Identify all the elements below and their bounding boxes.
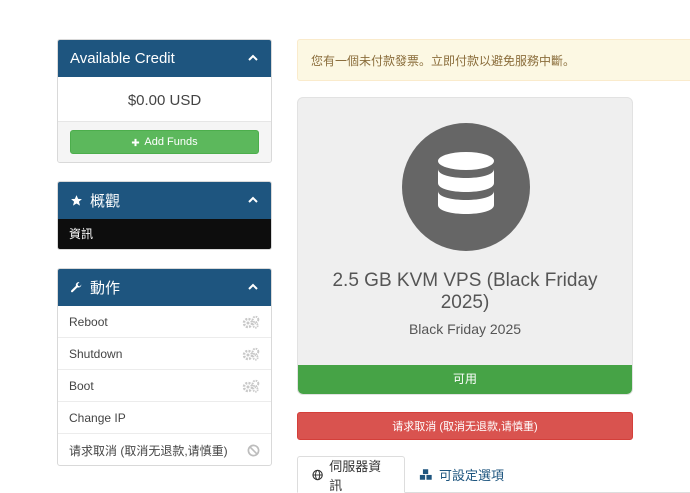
- chevron-up-icon[interactable]: [247, 281, 259, 293]
- add-funds-label: Add Funds: [144, 136, 198, 148]
- gears-icon: [242, 347, 260, 361]
- request-cancel-label: 请求取消 (取消无退款,请慎重): [392, 421, 538, 433]
- product-group: Black Friday 2025: [408, 321, 522, 337]
- database-icon: [402, 123, 530, 251]
- tab-label: 伺服器資訊: [329, 458, 382, 493]
- action-item-shutdown[interactable]: Shutdown: [58, 338, 271, 370]
- overview-panel-header[interactable]: 概觀: [58, 182, 271, 219]
- star-icon: [71, 195, 82, 206]
- gears-icon: [242, 315, 260, 329]
- actions-panel-title: 動作: [90, 280, 121, 297]
- unpaid-invoice-alert: 您有一個未付款發票。立即付款以避免服務中斷。: [297, 39, 690, 81]
- credit-panel-title: Available Credit: [70, 50, 175, 67]
- credit-panel-footer: Add Funds: [58, 122, 271, 162]
- product-name: 2.5 GB KVM VPS (Black Friday 2025): [332, 270, 598, 313]
- overview-panel: 概觀 資訊: [57, 181, 272, 250]
- action-item-label: Shutdown: [69, 346, 123, 361]
- action-item-boot[interactable]: Boot: [58, 370, 271, 402]
- add-funds-button[interactable]: Add Funds: [70, 130, 259, 154]
- action-item-label: Reboot: [69, 314, 108, 329]
- tab-server-info[interactable]: 伺服器資訊: [297, 456, 405, 493]
- credit-amount: $0.00 USD: [58, 77, 271, 122]
- actions-panel-header[interactable]: 動作: [58, 269, 271, 306]
- ban-icon: [247, 444, 260, 456]
- actions-panel: 動作 Reboot Shutdown Boot Change IP 请求取消 (…: [57, 268, 272, 466]
- gears-icon: [242, 379, 260, 393]
- credit-panel-header[interactable]: Available Credit: [58, 40, 271, 77]
- action-item-request-cancel[interactable]: 请求取消 (取消无退款,请慎重): [58, 434, 271, 465]
- action-item-label: 请求取消 (取消无退款,请慎重): [69, 443, 228, 458]
- action-item-change-ip[interactable]: Change IP: [58, 402, 271, 434]
- tab-label: 可設定選項: [439, 468, 505, 483]
- request-cancel-button[interactable]: 请求取消 (取消无退款,请慎重): [297, 412, 633, 440]
- credit-panel: Available Credit $0.00 USD Add Funds: [57, 39, 272, 163]
- action-item-reboot[interactable]: Reboot: [58, 306, 271, 338]
- info-tabs: 伺服器資訊 可設定選項: [297, 456, 690, 493]
- product-status-badge: 可用: [298, 365, 632, 394]
- product-card: 2.5 GB KVM VPS (Black Friday 2025) Black…: [297, 97, 633, 395]
- chevron-up-icon[interactable]: [247, 52, 259, 64]
- chevron-up-icon[interactable]: [247, 194, 259, 206]
- globe-icon: [312, 469, 323, 480]
- alert-text: 您有一個未付款發票。立即付款以避免服務中斷。: [311, 53, 576, 68]
- overview-panel-title: 概觀: [90, 193, 121, 210]
- tab-configurable-options[interactable]: 可設定選項: [405, 456, 518, 493]
- plus-icon: [132, 138, 140, 146]
- cubes-icon: [419, 469, 432, 480]
- action-item-label: Boot: [69, 378, 94, 393]
- wrench-icon: [70, 282, 82, 293]
- action-item-label: Change IP: [69, 410, 126, 425]
- overview-item-info[interactable]: 資訊: [58, 219, 271, 249]
